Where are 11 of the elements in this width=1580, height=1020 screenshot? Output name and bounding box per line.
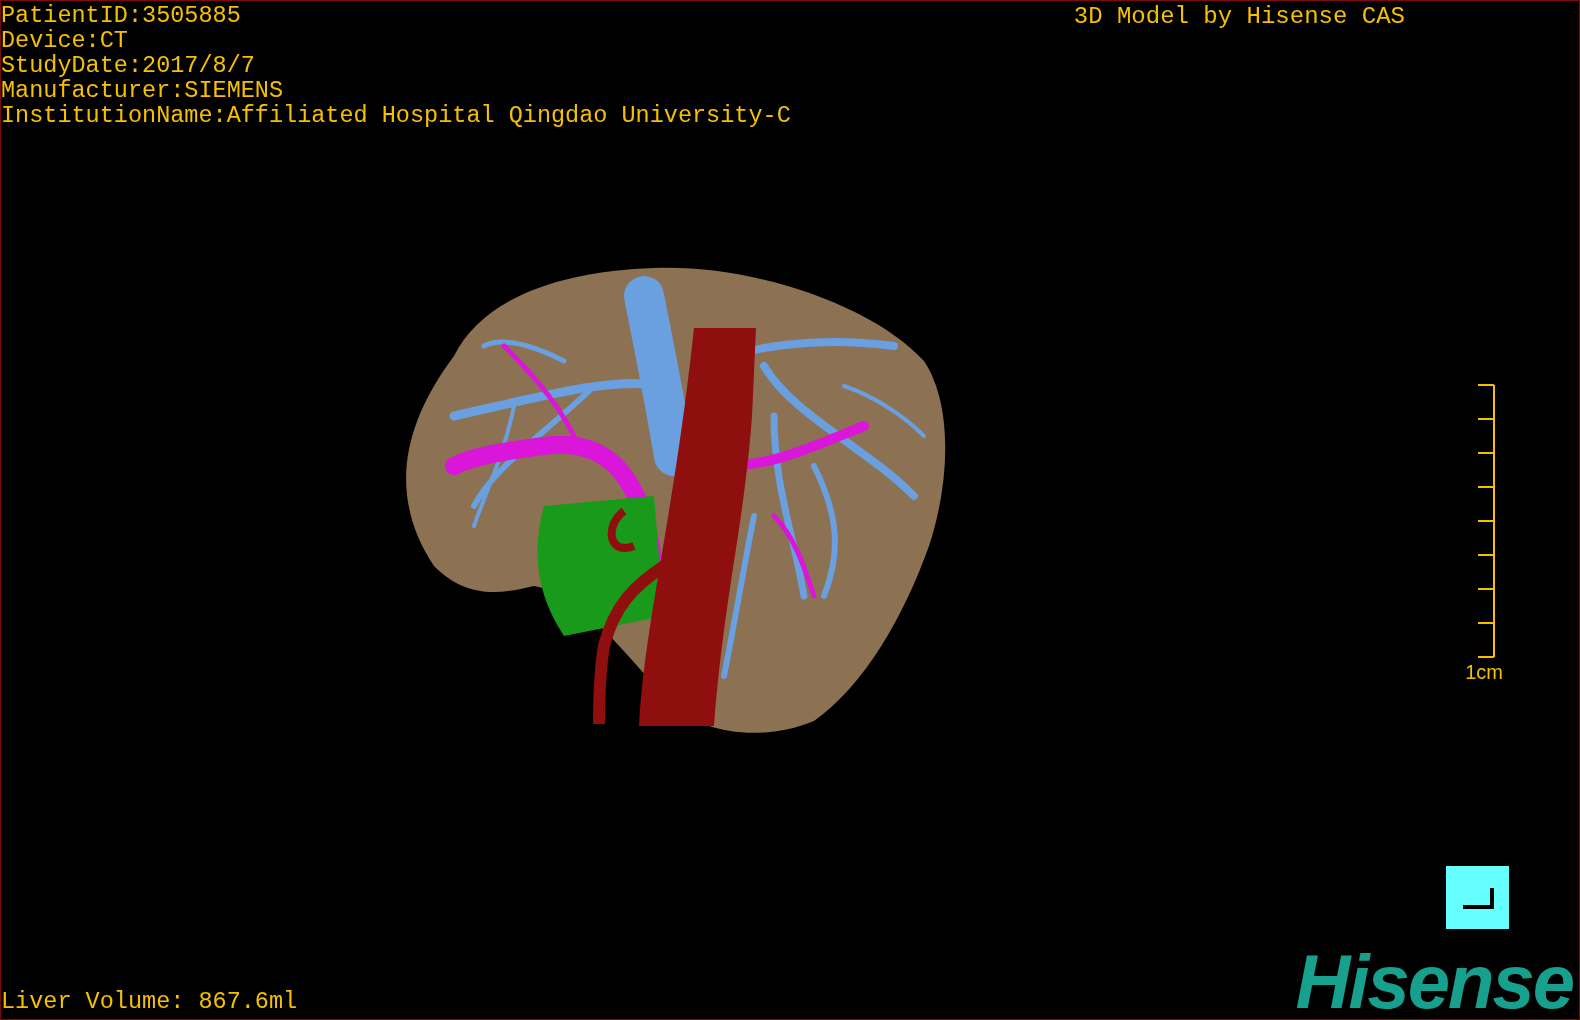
study-info-line: Device:CT [1, 28, 129, 53]
model-credit: 3D Model by Hisense CAS [1073, 2, 1405, 29]
study-info-line: Manufacturer:SIEMENS [1, 78, 285, 103]
liver-volume: Liver Volume: 867.6ml [1, 989, 298, 1017]
study-info-line: StudyDate:2017/8/7 [1, 53, 256, 78]
corner-icon [1460, 885, 1495, 910]
corner-button[interactable] [1446, 866, 1509, 929]
study-info-line: PatientID:3505885 [1, 3, 242, 28]
brand-logo: Hisense [1295, 949, 1574, 1019]
study-info-line: InstitutionName:Affiliated Hospital Qingdao University-C [1, 103, 791, 128]
scale-label: 1cm [1465, 661, 1503, 683]
